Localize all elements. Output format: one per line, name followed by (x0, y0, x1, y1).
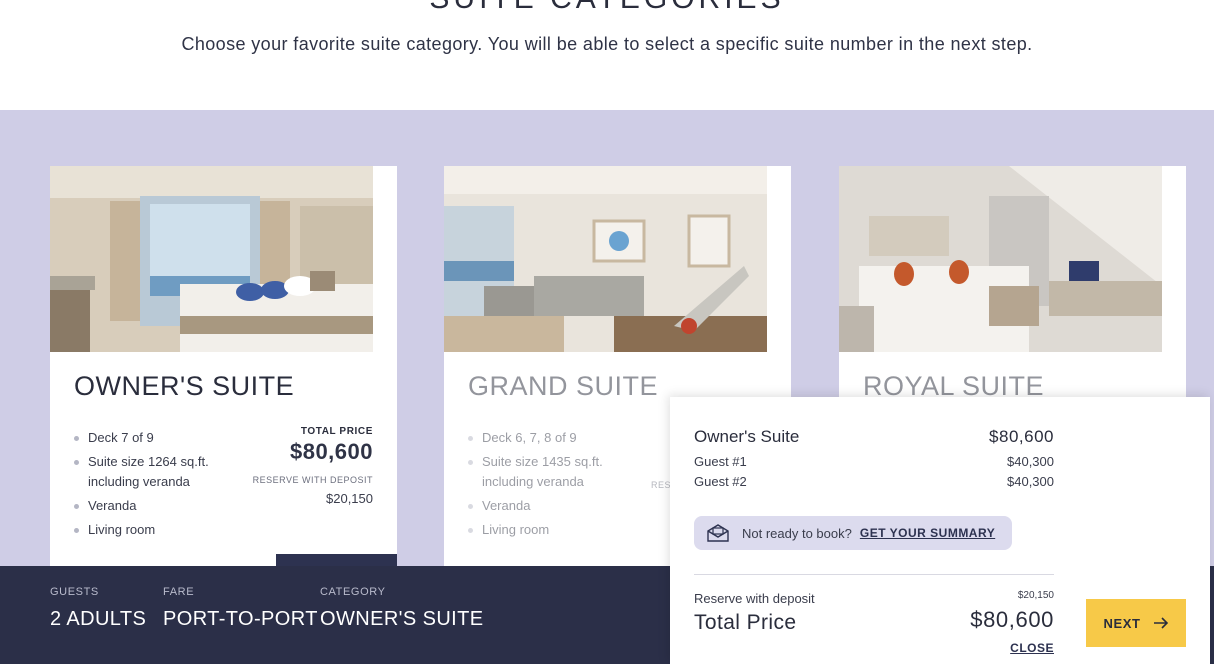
feature-item: Living room (74, 520, 234, 540)
fare-field[interactable]: FARE PORT-TO-PORT (163, 586, 318, 631)
get-summary-link[interactable]: GET YOUR SUMMARY (860, 526, 995, 540)
next-label: NEXT (1103, 615, 1141, 631)
summary-prompt: Not ready to book? GET YOUR SUMMARY (694, 516, 1012, 550)
page-header: SUITE CATEGORIES Choose your favorite su… (0, 0, 1214, 110)
feature-item: Suite size 1264 sq.ft. including veranda (74, 452, 234, 492)
deposit-value: $20,150 (1017, 590, 1054, 601)
guests-field[interactable]: GUESTS 2 ADULTS (50, 586, 146, 631)
fare-label: FARE (163, 586, 195, 598)
feature-item: Suite size 1435 sq.ft. including veranda (468, 452, 628, 492)
page-title: SUITE CATEGORIES (0, 0, 1214, 16)
feature-item: Deck 6, 7, 8 of 9 (468, 428, 628, 448)
guest-label: Guest #2 (694, 474, 747, 489)
category-field[interactable]: CATEGORY OWNER'S SUITE (320, 586, 483, 631)
guests-value: 2 ADULTS (50, 608, 147, 630)
feature-item: Veranda (468, 496, 628, 516)
price-summary-panel: Owner's Suite $80,600 Guest #1 $40,300 G… (670, 397, 1210, 664)
suite-card-owners[interactable]: OWNER'S SUITE Deck 7 of 9 Suite size 126… (50, 166, 397, 594)
feature-item: Living room (468, 520, 628, 540)
guest-price: $40,300 (1007, 454, 1054, 469)
not-ready-text: Not ready to book? (742, 525, 852, 541)
page-subtitle: Choose your favorite suite category. You… (181, 34, 1033, 54)
envelope-icon (707, 524, 729, 542)
suite-name: GRAND SUITE (468, 371, 659, 401)
summary-guest-row: Guest #1 $40,300 (694, 454, 1054, 469)
total-price-value: $80,600 (970, 607, 1054, 632)
summary-suite-name: Owner's Suite (694, 427, 800, 446)
suite-photo (50, 166, 373, 352)
suite-name: OWNER'S SUITE (74, 371, 295, 401)
guests-label: GUESTS (50, 586, 99, 598)
feature-item: Veranda (74, 496, 234, 516)
suite-features: Deck 6, 7, 8 of 9 Suite size 1435 sq.ft.… (468, 428, 628, 544)
total-price-value: $80,600 (289, 439, 373, 464)
suite-photo (839, 166, 1162, 352)
total-price-label: TOTAL PRICE (300, 426, 373, 437)
suite-price-box: TOTAL PRICE $80,600 RESERVE WITH DEPOSIT… (253, 426, 373, 506)
deposit-label: RESERVE WITH DEPOSIT (252, 475, 373, 485)
category-label: CATEGORY (320, 586, 386, 598)
feature-item: Deck 7 of 9 (74, 428, 234, 448)
next-button[interactable]: NEXT (1086, 599, 1186, 647)
close-link[interactable]: CLOSE (1010, 641, 1054, 655)
guest-label: Guest #1 (694, 454, 747, 469)
summary-suite-row: Owner's Suite $80,600 (694, 427, 1054, 447)
deposit-value: $20,150 (326, 491, 373, 506)
summary-suite-price: $80,600 (989, 427, 1054, 446)
summary-guest-row: Guest #2 $40,300 (694, 474, 1054, 489)
divider (694, 574, 1054, 575)
arrow-right-icon (1153, 617, 1168, 629)
deposit-label-partial: RES (651, 480, 672, 490)
suite-features: Deck 7 of 9 Suite size 1264 sq.ft. inclu… (74, 428, 234, 544)
category-value: OWNER'S SUITE (320, 608, 484, 630)
close-link-wrap: CLOSE (694, 641, 1054, 655)
suite-selection-page: SUITE CATEGORIES Choose your favorite su… (0, 0, 1214, 664)
guest-price: $40,300 (1007, 474, 1054, 489)
suite-photo (444, 166, 767, 352)
fare-value: PORT-TO-PORT (163, 608, 318, 630)
